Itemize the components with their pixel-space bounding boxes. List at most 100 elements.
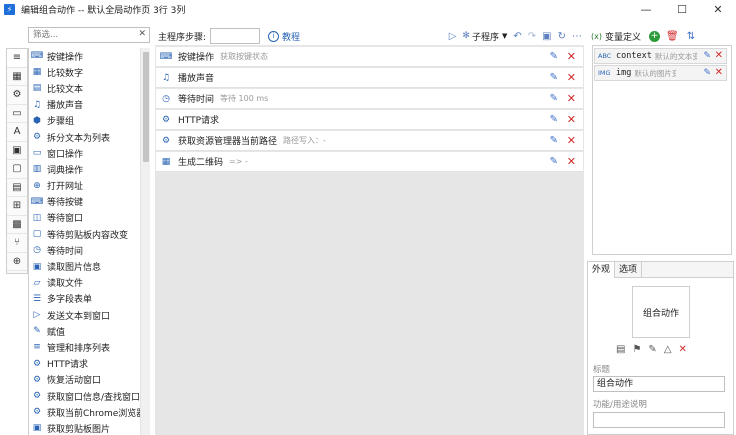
run-icon[interactable]: ▷ bbox=[449, 31, 457, 42]
window-controls: — ☐ ✕ bbox=[628, 0, 736, 18]
category-button-grid[interactable]: ▦ bbox=[7, 68, 27, 86]
form-icon: ☰ bbox=[32, 293, 42, 304]
flag-icon[interactable]: ⚑ bbox=[632, 344, 641, 355]
category-button-table[interactable]: ▩ bbox=[7, 216, 27, 234]
step-row[interactable]: ♫ 播放声音 ✎ ✕ bbox=[156, 68, 583, 88]
list-item[interactable]: ◫ 等待窗口 bbox=[29, 210, 149, 226]
delete-step-icon[interactable]: ✕ bbox=[567, 155, 576, 168]
edit-step-icon[interactable]: ✎ bbox=[550, 156, 558, 167]
category-button-document[interactable]: ▤ bbox=[7, 179, 27, 197]
list-item[interactable]: ⬢ 步骤组 bbox=[29, 113, 149, 129]
close-button[interactable]: ✕ bbox=[700, 0, 736, 18]
history-icon[interactable]: ↻ bbox=[558, 31, 566, 42]
category-button-globe[interactable]: ⊕ bbox=[7, 253, 27, 271]
variable-row[interactable]: IMG img默认的图片变量 ✎ ✕ bbox=[594, 65, 727, 81]
list-item[interactable]: ♫ 播放声音 bbox=[29, 97, 149, 113]
list-item[interactable]: ⚙ HTTP请求 bbox=[29, 356, 149, 372]
maximize-button[interactable]: ☐ bbox=[664, 0, 700, 18]
edit-step-icon[interactable]: ✎ bbox=[550, 135, 558, 146]
button-preview[interactable]: 组合动作 bbox=[632, 286, 690, 338]
variable-icon: (x) bbox=[591, 31, 602, 41]
category-button-window[interactable]: ▭ bbox=[7, 105, 27, 123]
picker-icon[interactable]: ✎ bbox=[648, 344, 656, 355]
step-row[interactable]: ▦ 生成二维码 => - ✎ ✕ bbox=[156, 152, 583, 172]
list-item[interactable]: ⊕ 打开网址 bbox=[29, 178, 149, 194]
step-row[interactable]: ◷ 等待时间 等待 100 ms ✎ ✕ bbox=[156, 89, 583, 109]
list-item-label: 拆分文本为列表 bbox=[47, 133, 111, 144]
action-list-scrollbar[interactable] bbox=[140, 48, 150, 435]
steps-search-input[interactable] bbox=[210, 28, 261, 44]
list-item[interactable]: ≡ 管理和排序列表 bbox=[29, 339, 149, 355]
delete-variable-icon[interactable]: ✕ bbox=[715, 67, 723, 78]
category-button-gear[interactable]: ⚙ bbox=[7, 86, 27, 105]
title-input[interactable]: 组合动作 bbox=[593, 376, 725, 392]
delete-variable-icon[interactable]: ✕ bbox=[715, 50, 723, 61]
shirt-icon[interactable]: △ bbox=[664, 344, 672, 355]
list-item[interactable]: ⚙ 恢复活动窗口 bbox=[29, 372, 149, 388]
step-row[interactable]: ⚙ HTTP请求 ✎ ✕ bbox=[156, 110, 583, 130]
gear-icon: ⚙ bbox=[32, 391, 42, 402]
scrollbar-thumb[interactable] bbox=[143, 52, 149, 162]
list-item[interactable]: ▱ 读取文件 bbox=[29, 275, 149, 291]
edit-step-icon[interactable]: ✎ bbox=[550, 93, 558, 104]
edit-step-icon[interactable]: ✎ bbox=[550, 114, 558, 125]
step-row[interactable]: ⌨ 按键操作 获取按键状态 ✎ ✕ bbox=[156, 47, 583, 67]
list-item[interactable]: ⌨ 按键操作 bbox=[29, 48, 149, 64]
sort-variables-button[interactable]: ⇅ bbox=[687, 31, 695, 42]
list-item[interactable]: ◷ 等待时间 bbox=[29, 242, 149, 258]
list-item[interactable]: ⌨ 等待按键 bbox=[29, 194, 149, 210]
subprogram-button[interactable]: ✻ 子程序 ▼ bbox=[462, 30, 507, 43]
list-item[interactable]: ▥ 词典操作 bbox=[29, 161, 149, 177]
category-button-font[interactable]: A bbox=[7, 123, 27, 142]
list-item[interactable]: ▣ 读取图片信息 bbox=[29, 258, 149, 274]
list-item[interactable]: ☰ 多字段表单 bbox=[29, 291, 149, 307]
tutorial-link[interactable]: i 教程 bbox=[268, 30, 300, 43]
redo-icon[interactable]: ↷ bbox=[528, 31, 536, 42]
delete-step-icon[interactable]: ✕ bbox=[567, 134, 576, 147]
category-button-clipboard[interactable]: ▢ bbox=[7, 160, 27, 179]
variable-row[interactable]: ABC context 默认的文本变 ✎ ✕ bbox=[594, 48, 727, 64]
tab-appearance[interactable]: 外观 bbox=[588, 262, 616, 278]
image-icon[interactable]: ▤ bbox=[616, 344, 625, 355]
delete-variable-button[interactable]: 🗑 bbox=[666, 31, 679, 42]
list-item[interactable]: ▷ 发送文本到窗口 bbox=[29, 307, 149, 323]
add-variable-button[interactable]: + bbox=[649, 30, 660, 42]
list-item[interactable]: ▤ 比较文本 bbox=[29, 80, 149, 96]
category-button-image[interactable]: ▣ bbox=[7, 142, 27, 160]
edit-step-icon[interactable]: ✎ bbox=[550, 51, 558, 62]
clear-icon[interactable]: ✕ bbox=[679, 344, 687, 355]
step-row[interactable]: ⚙ 获取资源管理器当前路径 路径写入：- ✎ ✕ bbox=[156, 131, 583, 151]
more-icon[interactable]: ⋯ bbox=[572, 31, 582, 42]
steps-label: 主程序步骤: bbox=[158, 32, 207, 43]
delete-step-icon[interactable]: ✕ bbox=[567, 50, 576, 63]
list-item-label: 窗口操作 bbox=[47, 149, 84, 160]
group-icon: ⬢ bbox=[33, 115, 41, 126]
action-list: ⌨ 按键操作 ▦ 比较数字 ▤ 比较文本 ♫ 播放声音 ⬢ 步骤组 ⚙ 拆分文本为列表 ▭ 窗口操作 ▥ 词典… bbox=[28, 48, 150, 435]
delete-step-icon[interactable]: ✕ bbox=[567, 92, 576, 105]
undo-icon[interactable]: ↶ bbox=[513, 31, 521, 42]
list-item[interactable]: ⚙ 获取窗口信息/查找窗口 bbox=[29, 388, 149, 404]
filter-input[interactable] bbox=[29, 28, 129, 42]
edit-variable-icon[interactable]: ✎ bbox=[703, 51, 711, 61]
category-button-branch[interactable]: ⑂ bbox=[7, 234, 27, 253]
category-button-list[interactable]: ≡ bbox=[7, 49, 27, 68]
clear-filter-icon[interactable]: ✕ bbox=[138, 29, 146, 39]
delete-step-icon[interactable]: ✕ bbox=[567, 71, 576, 84]
delete-step-icon[interactable]: ✕ bbox=[567, 113, 576, 126]
filter-field[interactable]: ✕ bbox=[28, 27, 150, 43]
list-item[interactable]: ▦ 比较数字 bbox=[29, 64, 149, 80]
list-item[interactable]: ✎ 赋值 bbox=[29, 323, 149, 339]
tab-options[interactable]: 选项 bbox=[615, 262, 643, 278]
edit-step-icon[interactable]: ✎ bbox=[550, 72, 558, 83]
description-input[interactable] bbox=[593, 412, 725, 428]
category-button-windows[interactable]: ⊞ bbox=[7, 197, 27, 216]
list-item[interactable]: ▣ 获取剪贴板图片 bbox=[29, 420, 149, 435]
list-item[interactable]: ▭ 窗口操作 bbox=[29, 145, 149, 161]
list-item[interactable]: ⚙ 获取当前Chrome浏览器 bbox=[29, 404, 149, 420]
save-icon[interactable]: ▣ bbox=[542, 31, 551, 42]
edit-variable-icon[interactable]: ✎ bbox=[703, 68, 711, 78]
list-item[interactable]: ⚙ 拆分文本为列表 bbox=[29, 129, 149, 145]
minimize-button[interactable]: — bbox=[628, 0, 664, 18]
clipboard-icon: ▢ bbox=[32, 229, 42, 240]
list-item[interactable]: ▢ 等待剪贴板内容改变 bbox=[29, 226, 149, 242]
